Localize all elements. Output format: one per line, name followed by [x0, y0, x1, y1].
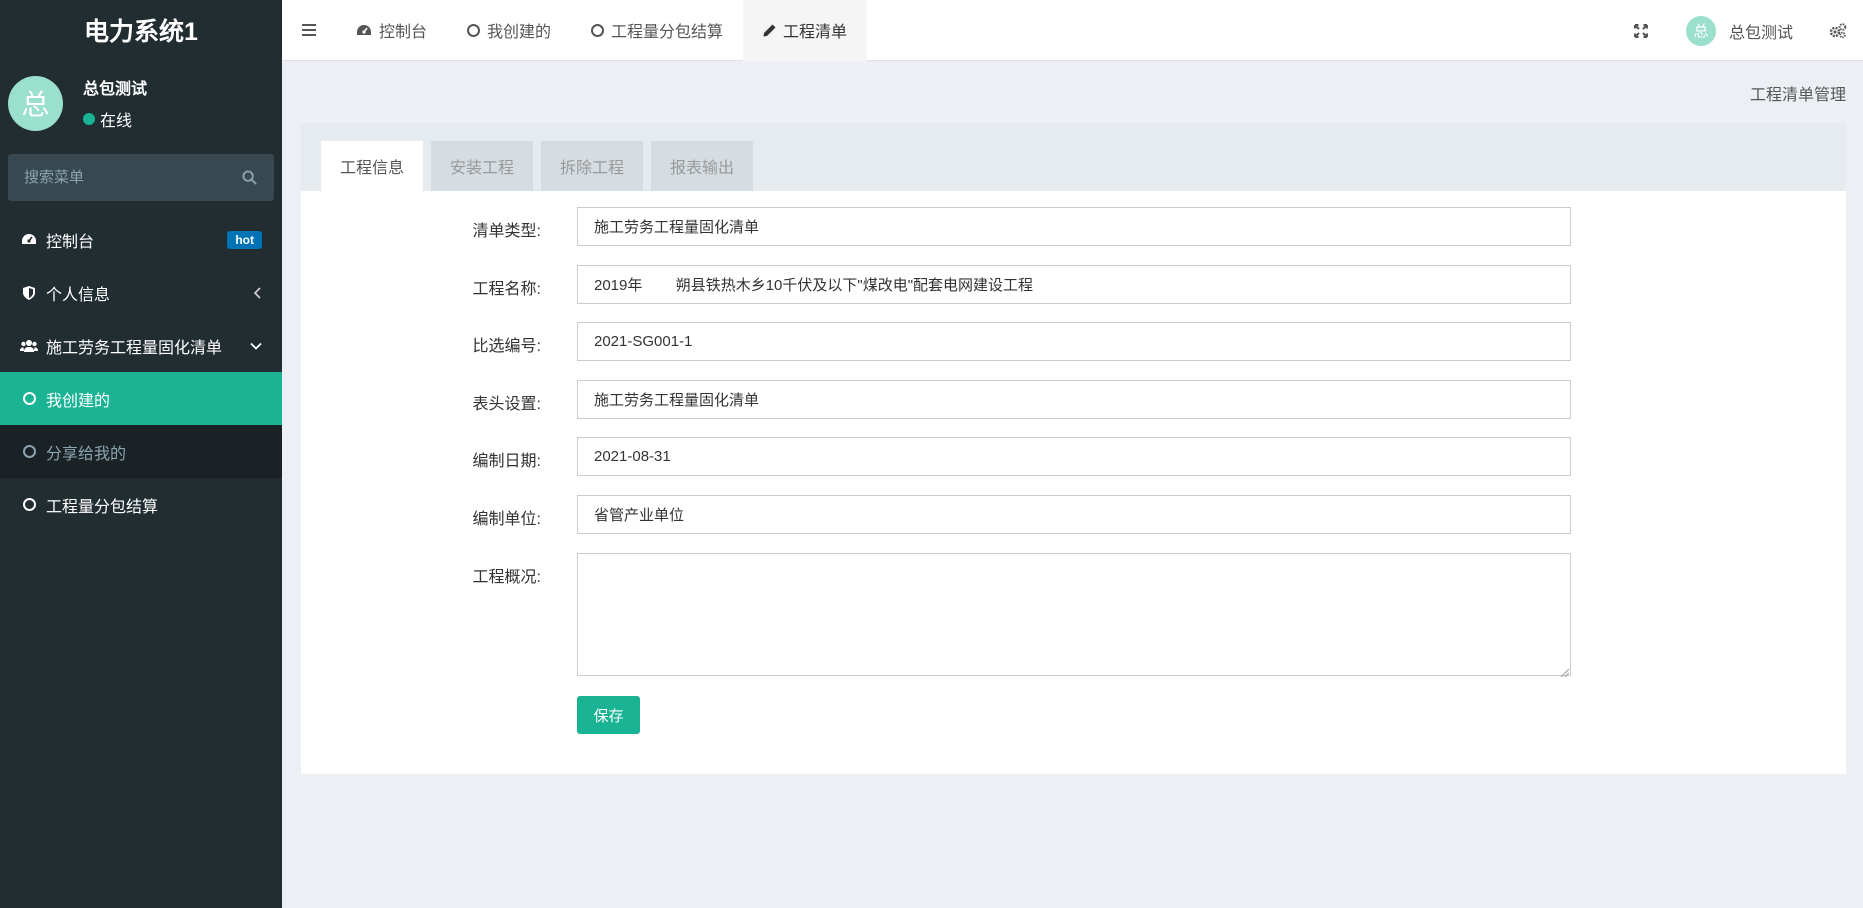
breadcrumb: 工程清单管理 [1749, 87, 1846, 104]
project-name-label: 工程名称: [472, 281, 541, 298]
save-button[interactable]: 保存 [577, 696, 640, 734]
project-name-field[interactable]: 2019年 朔县铁热木乡10千伏及以下"煤改电"配套电网建设工程 [577, 265, 1571, 304]
resize-grip-icon[interactable] [1559, 664, 1570, 678]
header-setting-label: 表头设置: [472, 396, 541, 413]
shield-icon [20, 285, 38, 300]
sidebar-item-label: 工程量分包结算 [46, 498, 159, 516]
status-text: 在线 [100, 113, 133, 130]
tab-report-output[interactable]: 报表输出 [651, 141, 754, 191]
sidebar-item-quantity-list[interactable]: 施工劳务工程量固化清单 [0, 319, 282, 372]
tab-project-info[interactable]: 工程信息 [321, 141, 424, 191]
tab-install-project[interactable]: 安装工程 [431, 141, 534, 191]
circle-icon [591, 23, 605, 37]
sidebar-item-label: 个人信息 [46, 286, 111, 304]
user-name: 总包测试 [83, 81, 148, 98]
tab-label: 工程量分包结算 [611, 24, 724, 41]
chevron-left-icon [254, 286, 262, 299]
bid-number-field[interactable]: 2021-SG001-1 [577, 322, 1571, 361]
app-logo[interactable]: 电力系统1 [0, 0, 282, 60]
sidebar-item-profile[interactable]: 个人信息 [0, 266, 282, 319]
search-icon[interactable] [242, 169, 258, 186]
users-icon [20, 339, 38, 353]
sidebar-item-label: 我创建的 [46, 392, 111, 410]
avatar: 总 [1685, 15, 1716, 46]
user-menu[interactable]: 总 总包测试 [1666, 0, 1813, 61]
list-type-field[interactable]: 施工劳务工程量固化清单 [577, 207, 1571, 246]
online-dot-icon [83, 113, 95, 125]
circle-icon [20, 498, 38, 511]
hot-badge: hot [227, 230, 262, 249]
main-panel: 工程信息 安装工程 拆除工程 报表输出 清单类型: 施工劳务工程量固化清单 工程… [301, 123, 1846, 774]
avatar: 总 [8, 75, 63, 131]
chevron-down-icon [250, 342, 262, 350]
tab-demolition-project[interactable]: 拆除工程 [541, 141, 644, 191]
sidebar-search [8, 154, 274, 201]
bid-number-label: 比选编号: [472, 338, 541, 355]
content-tabs: 工程信息 安装工程 拆除工程 报表输出 [301, 123, 1846, 191]
sidebar-item-label: 控制台 [46, 233, 95, 251]
gears-icon[interactable] [1813, 0, 1863, 61]
fullscreen-icon[interactable] [1616, 0, 1666, 61]
search-input[interactable] [24, 169, 224, 186]
menu-toggle-icon[interactable] [282, 0, 336, 61]
user-panel: 总 总包测试 在线 [0, 60, 282, 146]
tab-my-created[interactable]: 我创建的 [447, 0, 571, 61]
tab-label: 控制台 [379, 24, 428, 41]
compile-date-field[interactable]: 2021-08-31 [577, 437, 1571, 476]
sidebar-item-shared-with-me[interactable]: 分享给我的 [0, 425, 282, 478]
pencil-icon [763, 24, 776, 37]
overview-textarea[interactable] [577, 553, 1571, 678]
compile-date-label: 编制日期: [472, 453, 541, 470]
tab-project-list[interactable]: 工程清单 [743, 0, 868, 61]
overview-label: 工程概况: [472, 569, 541, 586]
sidebar-item-subcontract-settlement[interactable]: 工程量分包结算 [0, 478, 282, 531]
top-navbar: 控制台 我创建的 工程量分包结算 工程清单 总 总包测试 [282, 0, 1863, 61]
user-name: 总包测试 [1728, 24, 1793, 42]
circle-icon [467, 23, 481, 37]
header-setting-field[interactable]: 施工劳务工程量固化清单 [577, 380, 1571, 419]
dashboard-icon [356, 24, 372, 37]
tab-dashboard[interactable]: 控制台 [336, 0, 447, 61]
compile-unit-field[interactable]: 省管产业单位 [577, 495, 1571, 534]
dashboard-icon [20, 233, 38, 247]
tab-label: 工程清单 [783, 24, 848, 41]
sidebar: 电力系统1 总 总包测试 在线 控制台 hot 个人信息 [0, 0, 282, 908]
circle-icon [20, 392, 38, 405]
tab-label: 我创建的 [487, 24, 552, 41]
compile-unit-label: 编制单位: [472, 511, 541, 528]
circle-icon [20, 445, 38, 458]
sidebar-item-my-created[interactable]: 我创建的 [0, 372, 282, 425]
tab-subcontract-settlement[interactable]: 工程量分包结算 [571, 0, 743, 61]
sidebar-item-label: 分享给我的 [46, 445, 127, 463]
sidebar-item-label: 施工劳务工程量固化清单 [46, 339, 223, 357]
user-status: 在线 [83, 107, 147, 131]
sidebar-item-dashboard[interactable]: 控制台 hot [0, 213, 282, 266]
list-type-label: 清单类型: [472, 223, 541, 240]
